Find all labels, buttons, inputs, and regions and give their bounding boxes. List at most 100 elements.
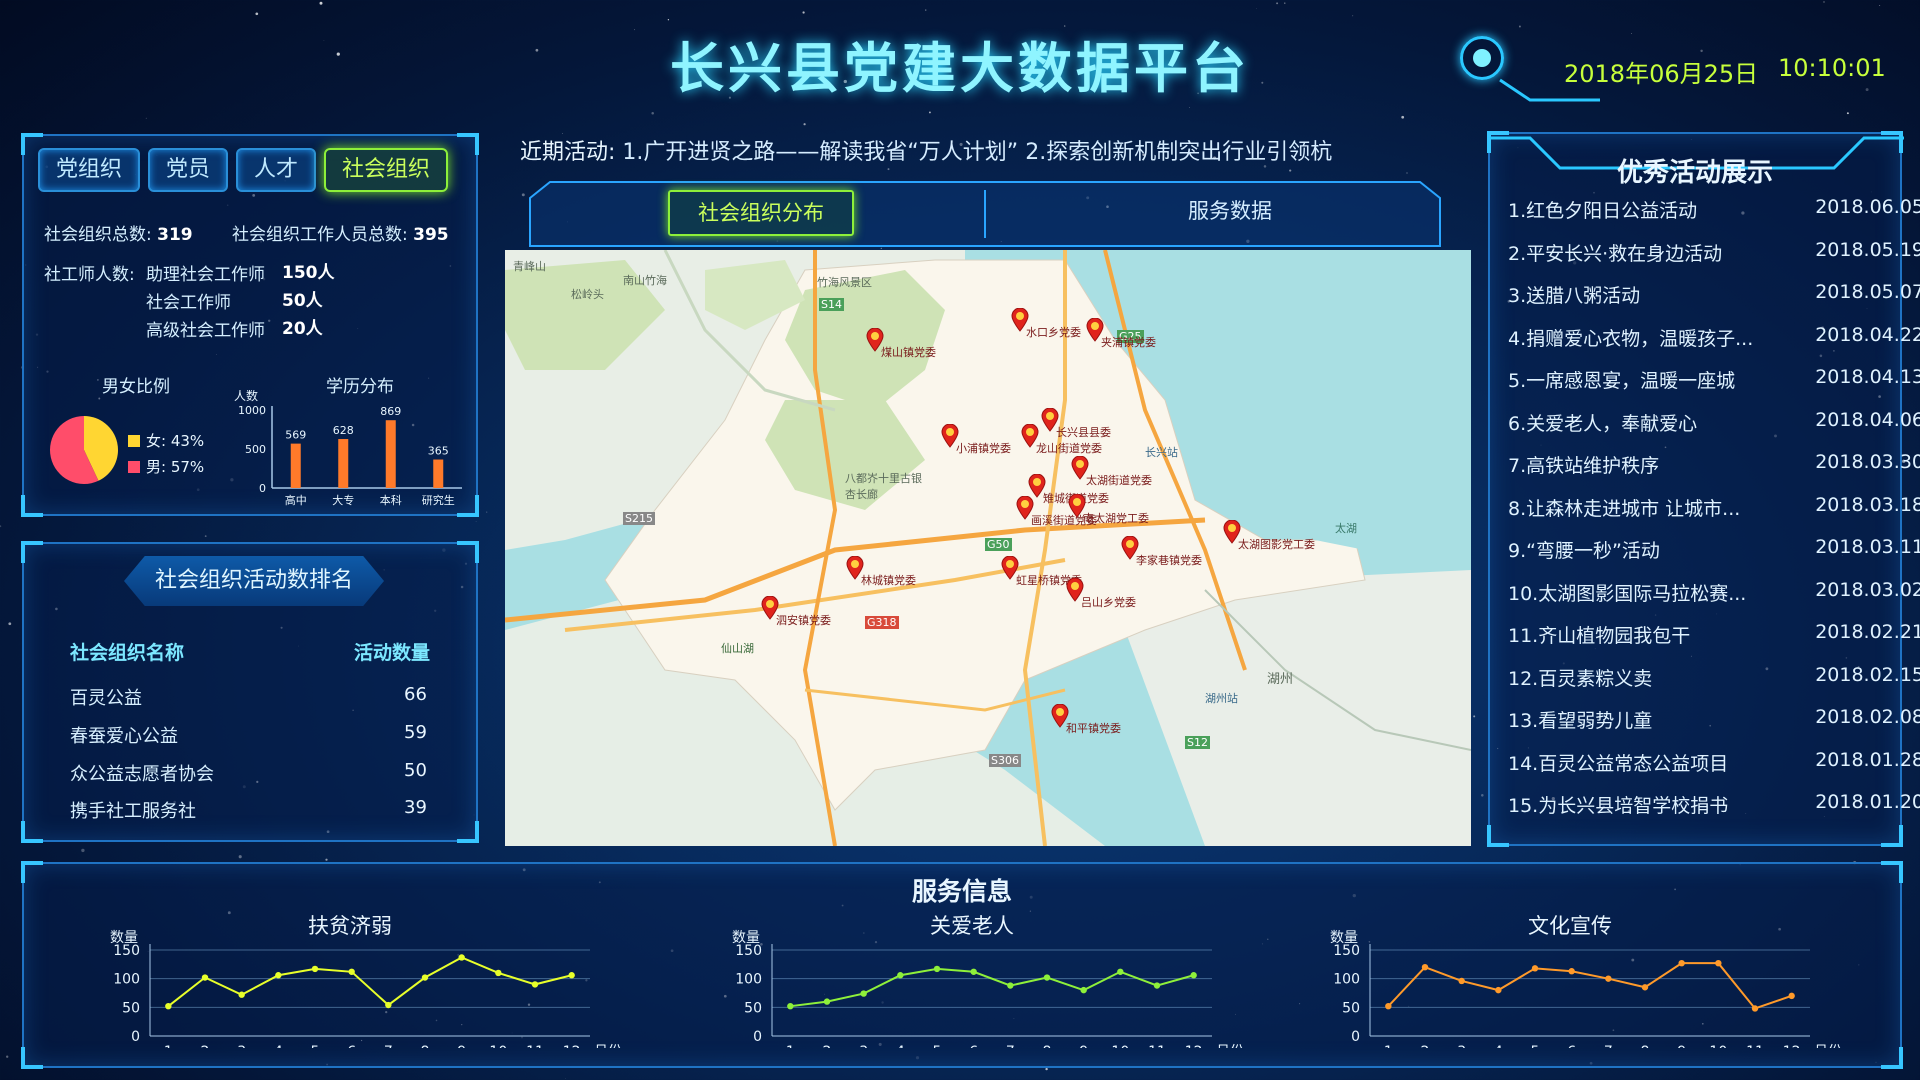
- activity-list-item[interactable]: 14.百灵公益常态公益项目 2018.01.28: [1508, 749, 1920, 791]
- activity-name: 10.太湖图影国际马拉松赛...: [1508, 582, 1747, 605]
- activity-date: 2018.06.05: [1815, 196, 1920, 218]
- activity-list-item[interactable]: 12.百灵素粽义卖 2018.02.15: [1508, 664, 1920, 706]
- service-data-point: [1678, 959, 1685, 967]
- map-place-label: 青峰山: [513, 260, 546, 273]
- tab-talent[interactable]: 人才: [236, 148, 317, 192]
- tab-party-org[interactable]: 党组织: [38, 148, 141, 192]
- recent-activity-text[interactable]: 1.广开进贤之路——解读我省“万人计划” 2.探索创新机制突出行业引领杭: [622, 140, 1332, 165]
- service-data-point: [1080, 986, 1087, 994]
- star: [1045, 1067, 1048, 1071]
- activity-list-item[interactable]: 11.齐山植物园我包干 2018.02.21: [1508, 621, 1920, 663]
- recent-activity-label: 近期活动:: [520, 140, 616, 165]
- service-xtick: 2: [1421, 1044, 1430, 1048]
- service-xtick: 8: [1043, 1044, 1052, 1048]
- star: [925, 9, 927, 11]
- org-total-stat: 社会组织总数: 319: [44, 220, 193, 245]
- clock-icon: [1460, 36, 1504, 80]
- activity-list-item[interactable]: 5.一席感恩宴，温暖一座城 2018.04.13: [1508, 366, 1920, 408]
- star: [802, 11, 805, 14]
- staff-total-label: 社会组织工作人员总数:: [232, 225, 408, 245]
- ranking-title: 社会组织活动数排名: [124, 556, 384, 606]
- activity-list-item[interactable]: 2.平安长兴·救在身边活动 2018.05.19: [1508, 239, 1920, 281]
- service-data-point: [787, 1002, 794, 1010]
- service-ytick: 150: [113, 943, 140, 959]
- tab-service-data[interactable]: 服务数据: [1120, 190, 1340, 236]
- activity-list-item[interactable]: 6.关爱老人，奉献爱心 2018.04.06: [1508, 409, 1920, 451]
- service-data-point: [1641, 984, 1649, 991]
- activity-list-item[interactable]: 13.看望弱势儿童 2018.02.08: [1508, 706, 1920, 748]
- service-xtick: 7: [1604, 1044, 1613, 1048]
- service-line-chart: 数量150100500123456789101112月份: [110, 930, 622, 1048]
- tab-org-distribution[interactable]: 社会组织分布: [668, 190, 854, 236]
- map-road-label: G50: [985, 538, 1012, 551]
- legend-female: 女: 43%: [128, 430, 204, 451]
- activity-list-item[interactable]: 15.为长兴县培智学校捐书 2018.01.20: [1508, 791, 1920, 833]
- service-xtick: 8: [421, 1044, 430, 1048]
- star: [255, 12, 259, 16]
- service-xtick: 10: [1709, 1044, 1727, 1048]
- service-data-point: [933, 965, 941, 973]
- service-data-point: [1531, 965, 1539, 972]
- star: [887, 168, 890, 171]
- map-tab-bar: 社会组织分布 服务数据: [520, 178, 1450, 250]
- recent-activity-ticker[interactable]: 近期活动: 1.广开进贤之路——解读我省“万人计划” 2.探索创新机制突出行业引…: [520, 134, 1460, 166]
- service-xlabel: 月份: [1814, 1044, 1842, 1048]
- service-data-point: [275, 972, 282, 979]
- map-road-label: S12: [1185, 736, 1210, 749]
- map-place-label: 湖州: [1267, 672, 1294, 687]
- featured-activities-panel: 优秀活动展示 1.红色夕阳日公益活动 2018.06.05 2.平安长兴·救在身边活…: [1487, 131, 1920, 847]
- service-xtick: 6: [1567, 1044, 1576, 1048]
- current-date: 2018年06月25日: [1564, 60, 1759, 88]
- activity-list-item[interactable]: 10.太湖图影国际马拉松赛... 2018.03.02: [1508, 579, 1920, 621]
- gender-chart-title: 男女比例: [102, 377, 170, 397]
- service-data-point: [1190, 972, 1197, 979]
- worker-label: 社会工作师: [146, 293, 231, 313]
- service-xtick: 10: [1111, 1044, 1129, 1048]
- service-data-point: [385, 1001, 392, 1009]
- map-place-label: 长兴站: [1145, 446, 1178, 459]
- service-xtick: 1: [786, 1044, 795, 1048]
- service-xtick: 7: [384, 1044, 393, 1048]
- activity-list-item[interactable]: 7.高铁站维护秩序 2018.03.30: [1508, 451, 1920, 493]
- star: [928, 111, 931, 114]
- activity-list-item[interactable]: 8.让森林走进城市 让城市... 2018.03.18: [1508, 494, 1920, 536]
- activity-list-item[interactable]: 3.送腊八粥活动 2018.05.07: [1508, 281, 1920, 323]
- service-data-point: [823, 998, 831, 1005]
- male-swatch: [128, 460, 140, 473]
- activity-date: 2018.03.11: [1815, 536, 1920, 558]
- service-info-panel: 服务信息 扶贫济弱数量150100500123456789101112月份关爱老…: [21, 861, 1903, 1069]
- current-time: 10:10:01: [1778, 54, 1886, 82]
- region-map[interactable]: 青峰山 南山竹海 松岭头 竹海风景区 八都岕十里古银杏长廊 长兴站 湖州站 仙山…: [505, 250, 1471, 846]
- activity-list-item[interactable]: 4.捐赠爱心衣物，温暖孩子... 2018.04.22: [1508, 324, 1920, 366]
- tab-social-org[interactable]: 社会组织: [324, 148, 449, 192]
- service-ytick: 50: [1342, 1000, 1360, 1016]
- activity-list-item[interactable]: 9.“弯腰一秒”活动 2018.03.11: [1508, 536, 1920, 578]
- service-data-point: [1421, 964, 1429, 971]
- tab-party-member[interactable]: 党员: [148, 148, 229, 192]
- service-info-title: 服务信息: [911, 877, 1012, 906]
- star: [1276, 2, 1279, 5]
- map-pin-label: 长兴县县委: [1056, 426, 1111, 439]
- ranking-col-count: 活动数量: [354, 642, 431, 664]
- service-xtick: 4: [896, 1044, 905, 1048]
- service-xtick: 6: [347, 1044, 356, 1048]
- female-swatch: [128, 434, 140, 447]
- activity-date: 2018.02.15: [1815, 663, 1920, 686]
- service-data-point: [495, 969, 502, 977]
- service-xtick: 2: [823, 1044, 832, 1048]
- star: [238, 855, 242, 859]
- service-data-point: [1715, 959, 1722, 967]
- service-line-chart: 数量150100500123456789101112月份: [732, 930, 1244, 1048]
- male-legend-label: 男: 57%: [146, 458, 205, 476]
- map-pin-label: 夹浦镇党委: [1101, 336, 1156, 349]
- service-ytick: 100: [1333, 972, 1360, 988]
- education-bar-label: 628: [333, 424, 354, 437]
- activity-date: 2018.05.07: [1815, 281, 1920, 303]
- featured-activities-title: 优秀活动展示: [1616, 158, 1773, 188]
- activity-name: 11.齐山植物园我包干: [1508, 625, 1691, 647]
- activity-list-item[interactable]: 1.红色夕阳日公益活动 2018.06.05: [1508, 196, 1920, 238]
- gender-pie-chart: [50, 416, 119, 484]
- education-bar-chart: 人数1000 500 0 569 高中 628 大专 869 本科 365 研究生: [234, 390, 462, 507]
- service-xtick: 2: [201, 1044, 210, 1048]
- service-series-line: [1387, 962, 1792, 1010]
